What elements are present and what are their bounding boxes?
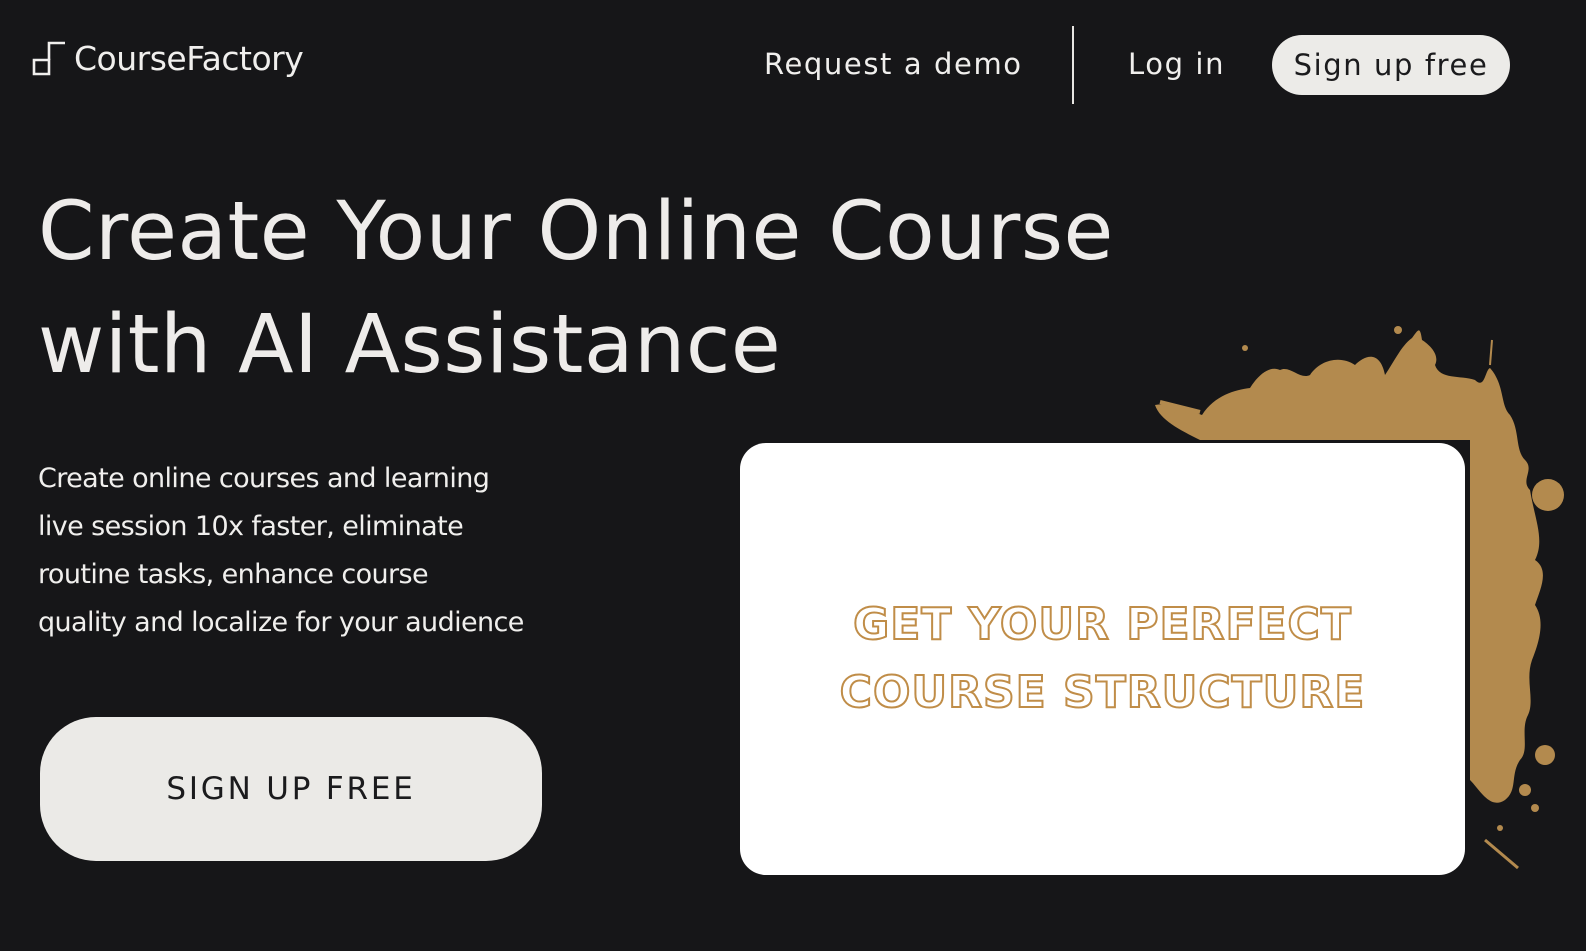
request-demo-link[interactable]: Request a demo (764, 44, 1023, 84)
coursefactory-logo-icon (32, 41, 65, 76)
hero-title-line: with AI Assistance (38, 298, 782, 392)
promo-card: GET YOUR PERFECT COURSE STRUCTURE (740, 443, 1465, 875)
nav-divider (1072, 26, 1074, 104)
logo[interactable]: CourseFactory (32, 38, 304, 78)
promo-card-text: GET YOUR PERFECT COURSE STRUCTURE (839, 591, 1366, 727)
hero-subtitle-line: quality and localize for your audience (38, 607, 524, 638)
hero-subtitle-line: Create online courses and learning (38, 463, 490, 494)
promo-card-line: COURSE STRUCTURE (839, 666, 1366, 719)
hero-subtitle-line: live session 10x faster, eliminate (38, 511, 464, 542)
promo-card-line: GET YOUR PERFECT (852, 598, 1352, 651)
login-link[interactable]: Log in (1128, 44, 1225, 84)
hero-title: Create Your Online Course with AI Assist… (38, 176, 1238, 402)
header-signup-button[interactable]: Sign up free (1272, 35, 1510, 95)
hero-subtitle-line: routine tasks, enhance course (38, 559, 429, 590)
logo-text: CourseFactory (74, 38, 304, 78)
hero-title-line: Create Your Online Course (38, 185, 1114, 279)
hero-subtitle: Create online courses and learning live … (38, 455, 524, 647)
landing-page: CourseFactory Request a demo Log in Sign… (0, 0, 1586, 951)
hero-signup-button[interactable]: SIGN UP FREE (40, 717, 542, 861)
